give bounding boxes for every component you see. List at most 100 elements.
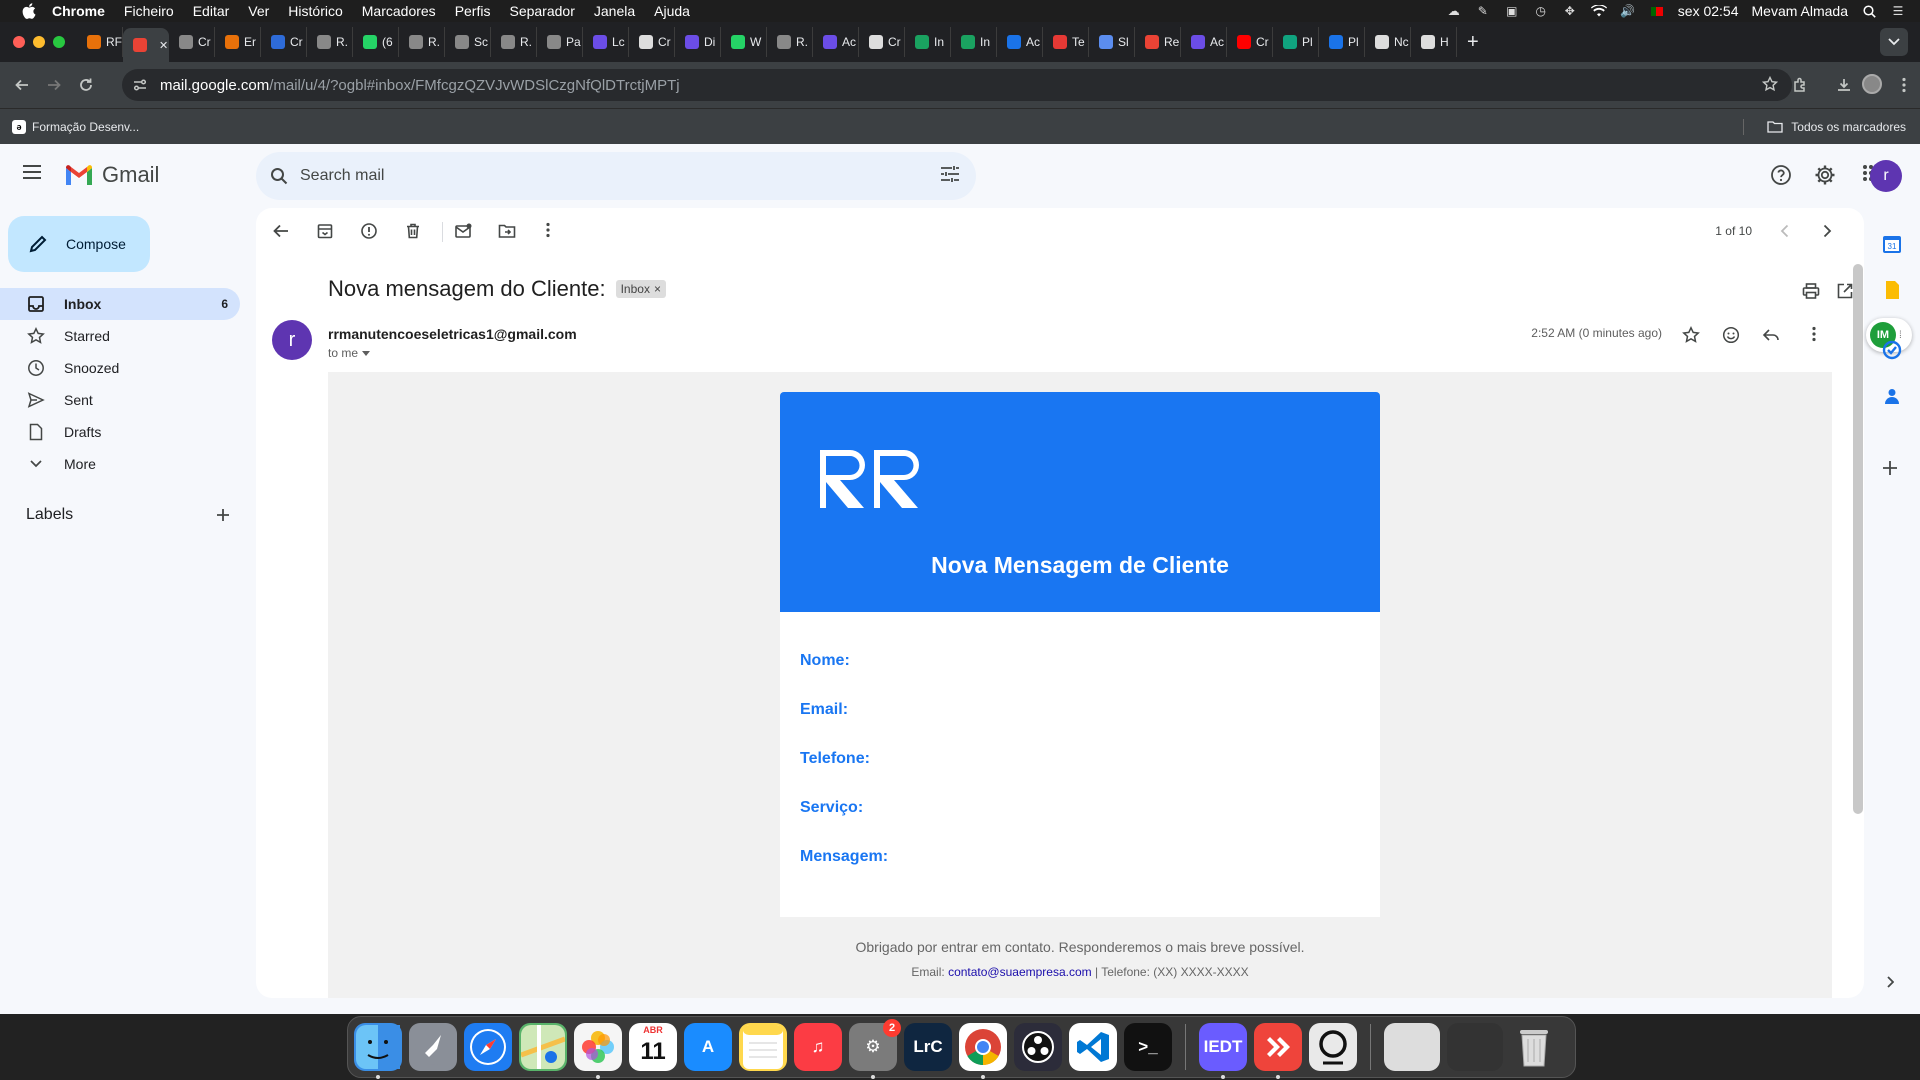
reload-button[interactable] — [70, 69, 102, 101]
flag-icon[interactable] — [1649, 4, 1665, 18]
browser-tab[interactable]: (6 — [353, 27, 399, 57]
browser-tab[interactable]: Ac — [997, 27, 1043, 57]
music-icon[interactable]: ♫ — [794, 1023, 842, 1071]
launchpad-icon[interactable] — [409, 1023, 457, 1071]
nav-item-more[interactable]: More — [0, 448, 240, 480]
drag-handle-icon[interactable]: ⁞ — [1899, 330, 1902, 341]
browser-tab[interactable]: Pa — [537, 27, 583, 57]
browser-tab[interactable]: Nc — [1365, 27, 1411, 57]
address-bar[interactable]: mail.google.com/mail/u/4/?ogbl#inbox/FMf… — [122, 69, 1792, 101]
browser-tab[interactable]: R. — [491, 27, 537, 57]
minimize-window-button[interactable] — [33, 36, 45, 48]
display-icon[interactable]: ▣ — [1504, 4, 1520, 18]
back-button[interactable] — [6, 69, 38, 101]
reply-icon[interactable] — [1762, 326, 1780, 344]
safari-icon[interactable] — [464, 1023, 512, 1071]
browser-tab[interactable]: Pl — [1273, 27, 1319, 57]
star-message-icon[interactable] — [1682, 326, 1700, 344]
settings-gear-icon[interactable] — [1814, 164, 1836, 186]
tab-gmail-active[interactable]: ✕ — [123, 28, 169, 62]
anydesk-icon[interactable] — [1254, 1023, 1302, 1079]
nav-item-starred[interactable]: Starred — [0, 320, 240, 352]
browser-tab[interactable]: Re — [1135, 27, 1181, 57]
menu-editar[interactable]: Editar — [193, 3, 230, 19]
browser-tab[interactable]: Pl — [1319, 27, 1365, 57]
minimized-window-thumbnail[interactable] — [1447, 1023, 1503, 1071]
calendar-icon[interactable]: ABR 11 — [629, 1023, 677, 1071]
more-actions-icon[interactable] — [546, 222, 550, 238]
menu-ver[interactable]: Ver — [248, 3, 269, 19]
tasks-icon[interactable] — [1882, 340, 1902, 360]
menu-separador[interactable]: Separador — [509, 3, 574, 19]
browser-tab[interactable]: Lc — [583, 27, 629, 57]
account-avatar[interactable]: r — [1870, 160, 1902, 192]
minimized-window-thumbnail[interactable] — [1384, 1023, 1440, 1071]
browser-tab[interactable]: RF — [77, 27, 123, 57]
lightroom-icon[interactable]: LrC — [904, 1023, 952, 1071]
browser-tab[interactable]: W — [721, 27, 767, 57]
expand-panel-chevron-icon[interactable] — [1886, 976, 1894, 988]
creative-cloud-icon[interactable]: ☁ — [1446, 4, 1462, 18]
all-bookmarks-button[interactable]: Todos os marcadores — [1767, 109, 1906, 145]
search-options-icon[interactable] — [940, 165, 960, 183]
time-machine-icon[interactable]: ◷ — [1533, 4, 1549, 18]
report-spam-icon[interactable] — [360, 222, 378, 240]
gmail-logo[interactable]: Gmail — [64, 162, 159, 188]
search-input[interactable] — [300, 167, 900, 185]
add-label-plus-icon[interactable] — [216, 508, 230, 522]
help-icon[interactable] — [1770, 164, 1792, 186]
browser-tab[interactable]: R. — [767, 27, 813, 57]
search-icon[interactable] — [270, 167, 288, 185]
compose-button[interactable]: Compose — [8, 216, 150, 272]
bookmark-item[interactable]: ə Formação Desenv... — [12, 119, 139, 134]
notes-icon[interactable] — [739, 1023, 787, 1071]
tab-search-button[interactable] — [1880, 28, 1908, 56]
clock-text[interactable]: sex 02:54 — [1678, 3, 1739, 19]
inbox-label-chip[interactable]: Inbox × — [615, 280, 666, 298]
control-center-icon[interactable]: ☰ — [1890, 4, 1906, 18]
browser-tab[interactable]: Ac — [1181, 27, 1227, 57]
apple-icon[interactable] — [20, 2, 38, 20]
trash-icon[interactable] — [1510, 1023, 1558, 1071]
menu-app-name[interactable]: Chrome — [52, 3, 105, 19]
photos-icon[interactable] — [574, 1023, 622, 1079]
browser-tab[interactable]: R. — [307, 27, 353, 57]
browser-tab[interactable]: Sc — [445, 27, 491, 57]
mark-unread-icon[interactable] — [454, 222, 472, 240]
archive-icon[interactable] — [316, 222, 334, 240]
chrome-icon[interactable] — [959, 1023, 1007, 1079]
close-window-button[interactable] — [13, 36, 25, 48]
browser-tab[interactable]: Cr — [261, 27, 307, 57]
nav-item-sent[interactable]: Sent — [0, 384, 240, 416]
browser-tab[interactable]: Cr — [629, 27, 675, 57]
delete-trash-icon[interactable] — [404, 222, 422, 240]
move-icon[interactable]: ✥ — [1562, 4, 1578, 18]
menu-perfis[interactable]: Perfis — [455, 3, 491, 19]
sender-avatar[interactable]: r — [272, 320, 312, 360]
move-to-folder-icon[interactable] — [498, 222, 516, 240]
bookmark-star-icon[interactable] — [1762, 76, 1778, 92]
terminal-icon[interactable]: >_ — [1124, 1023, 1172, 1071]
profile-avatar[interactable] — [1862, 74, 1882, 94]
new-tab-button[interactable]: + — [1467, 31, 1479, 54]
browser-tab[interactable]: Cr — [1227, 27, 1273, 57]
open-new-window-icon[interactable] — [1836, 282, 1854, 300]
obs-icon[interactable] — [1014, 1023, 1062, 1071]
sender-email[interactable]: rrmanutencoeseletricas1@gmail.com — [328, 326, 577, 342]
footer-email-link[interactable]: contato@suaempresa.com — [948, 965, 1092, 979]
system-settings-icon[interactable]: ⚙ 2 — [849, 1019, 901, 1079]
download-icon[interactable] — [1836, 77, 1852, 93]
browser-tab[interactable]: Di — [675, 27, 721, 57]
zoom-webcam-icon[interactable] — [1309, 1023, 1357, 1071]
browser-tab[interactable]: Sl — [1089, 27, 1135, 57]
app-store-icon[interactable]: A — [684, 1023, 732, 1071]
maps-icon[interactable] — [519, 1023, 567, 1071]
get-addons-plus-icon[interactable] — [1882, 460, 1898, 476]
menu-ajuda[interactable]: Ajuda — [654, 3, 690, 19]
browser-tab[interactable]: Er — [215, 27, 261, 57]
browser-tab[interactable]: In — [951, 27, 997, 57]
pen-icon[interactable]: ✎ — [1475, 4, 1491, 18]
nav-item-snoozed[interactable]: Snoozed — [0, 352, 240, 384]
browser-tab[interactable]: Te — [1043, 27, 1089, 57]
remove-label-x-icon[interactable]: × — [654, 282, 661, 296]
